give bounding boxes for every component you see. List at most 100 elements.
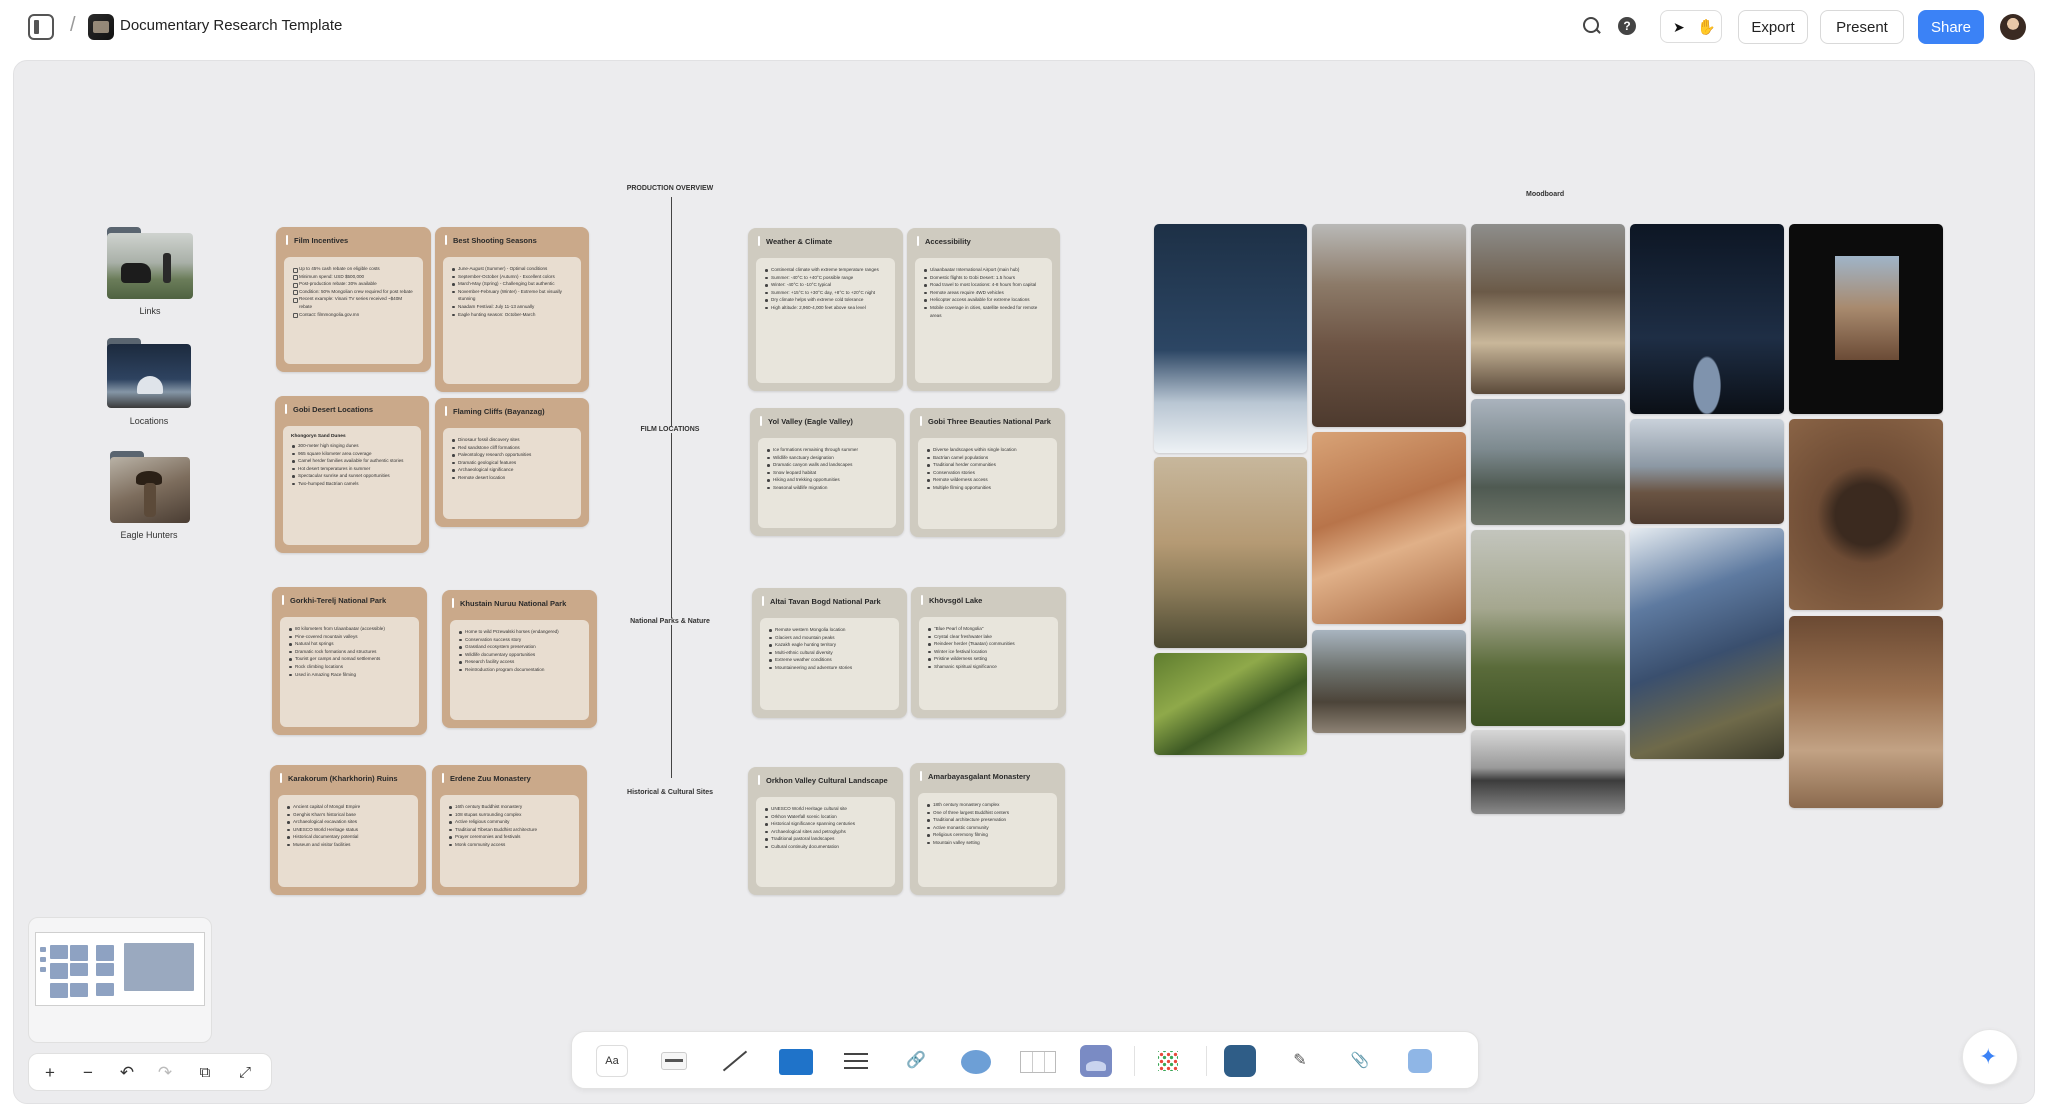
- share-button[interactable]: Share: [1918, 10, 1984, 44]
- todo-tool-icon[interactable]: [840, 1045, 872, 1077]
- card-erdene-zuu[interactable]: Erdene Zuu Monastery 16th century Buddhi…: [432, 765, 587, 895]
- list-item: Monk community access: [448, 841, 571, 849]
- list-item: 108 stupas surrounding complex: [448, 811, 571, 819]
- avatar[interactable]: [2000, 14, 2026, 40]
- card-title: Gobi Desert Locations: [293, 405, 374, 414]
- mode-toggle: ➤ ✋: [1660, 10, 1722, 43]
- list-item: Remote areas require 4WD vehicles: [923, 289, 1044, 297]
- card-list: 80 kilometers from Ulaanbaatar (accessib…: [288, 625, 411, 678]
- list-item: Traditional architecture preservation: [926, 816, 1049, 824]
- list-item: Ulaanbaatar International Airport (main …: [923, 266, 1044, 274]
- card-title: Yol Valley (Eagle Valley): [768, 417, 853, 426]
- link-tool-icon[interactable]: 🔗: [900, 1045, 932, 1077]
- card-khovsgol-lake[interactable]: Khövsgöl Lake "Blue Pearl of Mongolia" Cr…: [911, 587, 1066, 718]
- page-title[interactable]: Documentary Research Template: [120, 17, 342, 34]
- text-tool-icon[interactable]: Aa: [596, 1045, 628, 1077]
- list-item: Wildlife documentary opportunities: [458, 651, 581, 659]
- card-gorkhi-terelj[interactable]: Gorkhi-Terelj National Park 80 kilometer…: [272, 587, 427, 735]
- list-item: Dinosaur fossil discovery sites: [451, 436, 573, 444]
- moodboard-photo[interactable]: [1630, 528, 1784, 759]
- moodboard-photo[interactable]: [1471, 224, 1625, 394]
- hand-icon[interactable]: ✋: [1697, 18, 1716, 36]
- note-tool-icon[interactable]: [658, 1045, 690, 1077]
- list-item: March-May (Spring) - Challenging but aut…: [451, 280, 573, 288]
- present-button[interactable]: Present: [1820, 10, 1904, 44]
- webclip-tool-icon[interactable]: [1404, 1045, 1436, 1077]
- board-canvas[interactable]: Links Locations Eagle Hunters PRODUCTION…: [13, 60, 2035, 1104]
- card-amarbayasgalant[interactable]: Amarbayasgalant Monastery 18th century m…: [910, 763, 1065, 895]
- image-tool-icon[interactable]: [1080, 1045, 1112, 1077]
- list-item: Dry climate helps with extreme cold tole…: [764, 296, 887, 304]
- card-list: Ulaanbaatar International Airport (main …: [923, 266, 1044, 319]
- moodboard-photo[interactable]: [1630, 419, 1784, 524]
- moodboard-photo[interactable]: [1630, 224, 1784, 414]
- list-item: Ancient capital of Mongol Empire: [286, 803, 410, 811]
- list-item: Orkhon Waterfall scenic location: [764, 813, 887, 821]
- help-icon[interactable]: ?: [1618, 17, 1636, 35]
- folder-thumbnail: [107, 233, 193, 299]
- card-title: Khövsgöl Lake: [929, 596, 983, 605]
- moodboard-photo[interactable]: [1789, 616, 1943, 808]
- list-item: Museum and visitor facilities: [286, 841, 410, 849]
- moodboard-photo[interactable]: [1154, 653, 1307, 755]
- card-list: "Blue Pearl of Mongolia" Crystal clear fr…: [927, 625, 1050, 671]
- minimap-viewport[interactable]: [35, 932, 205, 1006]
- board-logo-icon[interactable]: [88, 14, 114, 40]
- list-item: Historical significance spanning centuri…: [764, 820, 887, 828]
- draw-tool-icon[interactable]: ✎: [1284, 1045, 1316, 1077]
- moodboard-photo[interactable]: [1789, 224, 1943, 414]
- list-item: Summer: +15°C to +30°C day, +8°C to +20°…: [764, 289, 887, 297]
- card-film-incentives[interactable]: Film Incentives Up to 45% cash rebate on…: [276, 227, 431, 372]
- list-item: Pine-covered mountain valleys: [288, 633, 411, 641]
- card-list: 18th century monastery complex One of thr…: [926, 801, 1049, 847]
- template-tool-icon[interactable]: [1224, 1045, 1256, 1077]
- card-weather[interactable]: Weather & Climate Continental climate wi…: [748, 228, 903, 391]
- list-item: Road travel to most locations: 4-8 hours…: [923, 281, 1044, 289]
- arrow-tool-icon[interactable]: [718, 1045, 750, 1077]
- card-flaming-cliffs[interactable]: Flaming Cliffs (Bayanzag) Dinosaur fossi…: [435, 398, 589, 527]
- list-item: Rock climbing locations: [288, 663, 411, 671]
- moodboard-photo[interactable]: [1471, 730, 1625, 814]
- search-icon[interactable]: [1582, 16, 1602, 36]
- apps-grid-icon[interactable]: [1152, 1045, 1184, 1077]
- list-item: Tourist ger camps and nomad settlements: [288, 655, 411, 663]
- list-item: Glaciers and mountain peaks: [768, 634, 891, 642]
- zoom-in-icon[interactable]: +: [38, 1061, 62, 1085]
- comment-tool-icon[interactable]: [960, 1045, 992, 1077]
- card-altai-tavan-bogd[interactable]: Altai Tavan Bogd National Park Remote we…: [752, 588, 907, 718]
- board-tool-icon[interactable]: [779, 1045, 813, 1077]
- moodboard-photo[interactable]: [1471, 399, 1625, 525]
- moodboard-photo[interactable]: [1312, 224, 1466, 427]
- upload-tool-icon[interactable]: 📎: [1344, 1045, 1376, 1077]
- moodboard-photo[interactable]: [1312, 432, 1466, 624]
- export-button[interactable]: Export: [1738, 10, 1808, 44]
- sidebar-toggle-icon[interactable]: [28, 14, 54, 40]
- moodboard-photo[interactable]: [1789, 419, 1943, 610]
- undo-icon[interactable]: ↶: [115, 1061, 139, 1085]
- list-item: Dramatic geological features: [451, 459, 573, 467]
- redo-icon[interactable]: ↷: [153, 1061, 177, 1085]
- pointer-icon[interactable]: ➤: [1673, 19, 1685, 36]
- table-tool-icon[interactable]: [1020, 1045, 1056, 1077]
- minimap[interactable]: [28, 917, 212, 1043]
- card-gobi-three-beauties[interactable]: Gobi Three Beauties National Park Divers…: [910, 408, 1065, 537]
- moodboard-photo[interactable]: [1154, 457, 1307, 648]
- zoom-out-icon[interactable]: −: [76, 1061, 100, 1085]
- card-accessibility[interactable]: Accessibility Ulaanbaatar International …: [907, 228, 1060, 391]
- card-gobi-desert[interactable]: Gobi Desert Locations Khongoryn Sand Dun…: [275, 396, 429, 553]
- fit-to-screen-icon[interactable]: ⧉: [193, 1061, 217, 1085]
- card-yol-valley[interactable]: Yol Valley (Eagle Valley) Ice formations…: [750, 408, 904, 536]
- ai-assistant-button[interactable]: ✦: [1962, 1029, 2018, 1085]
- card-orkhon-valley[interactable]: Orkhon Valley Cultural Landscape UNESCO …: [748, 767, 903, 895]
- list-item: Historical documentary potential: [286, 833, 410, 841]
- list-item: Religious ceremony filming: [926, 831, 1049, 839]
- fullscreen-icon[interactable]: ⤢: [233, 1061, 257, 1085]
- card-karakorum[interactable]: Karakorum (Kharkhorin) Ruins Ancient cap…: [270, 765, 426, 895]
- list-item: Extreme weather conditions: [768, 656, 891, 664]
- moodboard-photo[interactable]: [1312, 630, 1466, 733]
- card-khustain-nuruu[interactable]: Khustain Nuruu National Park Home to wil…: [442, 590, 597, 728]
- card-best-seasons[interactable]: Best Shooting Seasons June-August (Summe…: [435, 227, 589, 392]
- moodboard-photo[interactable]: [1471, 530, 1625, 726]
- list-item: June-August (Summer) - Optimal condition…: [451, 265, 573, 273]
- moodboard-photo[interactable]: [1154, 224, 1307, 453]
